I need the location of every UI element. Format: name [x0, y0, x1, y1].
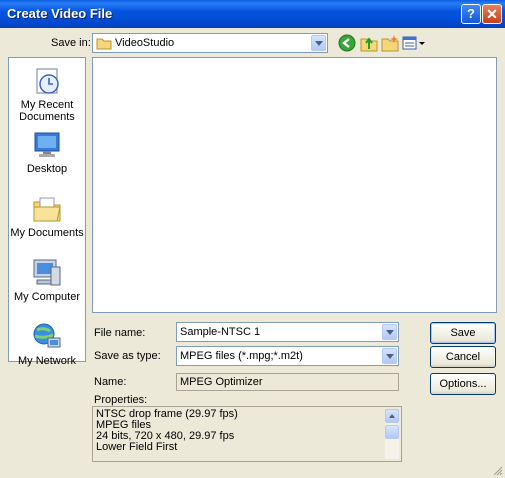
place-label: My Documents [10, 227, 84, 239]
options-button[interactable]: Options... [430, 373, 496, 395]
place-label: Desktop [26, 163, 68, 175]
desktop-icon [34, 132, 60, 157]
cancel-button[interactable]: Cancel [430, 346, 496, 368]
save-as-type-label: Save as type: [94, 350, 161, 362]
file-name-label: File name: [94, 327, 146, 339]
place-recent-documents[interactable]: My Recent Documents [9, 65, 85, 123]
name-field: MPEG Optimizer [176, 373, 399, 391]
save-as-type-dropdown[interactable]: MPEG files (*.mpg;*.m2t) [176, 346, 399, 366]
place-my-network[interactable]: My Network [9, 321, 85, 367]
property-line: Lower Field First [96, 441, 178, 453]
resize-grip-icon[interactable] [493, 466, 503, 476]
my-network-icon [33, 323, 61, 348]
save-as-type-value: MPEG files (*.mpg;*.m2t) [180, 350, 303, 362]
chevron-down-icon[interactable] [311, 35, 326, 51]
folder-icon [96, 38, 112, 50]
properties-box[interactable]: NTSC drop frame (29.97 fps) MPEG files 2… [92, 406, 402, 462]
chevron-up-icon [389, 414, 395, 418]
title-bar[interactable]: Create Video File ? ✕ [0, 0, 505, 28]
place-label: My Recent Documents [19, 99, 75, 123]
file-list[interactable] [92, 57, 497, 313]
place-label: My Network [17, 355, 77, 367]
properties-scrollbar[interactable] [385, 409, 399, 459]
file-name-value: Sample-NTSC 1 [180, 326, 261, 338]
views-menu-icon[interactable] [402, 34, 426, 52]
create-video-file-dialog: Create Video File ? ✕ Save in: VideoStud… [0, 0, 505, 478]
help-button[interactable]: ? [461, 4, 481, 24]
place-my-computer[interactable]: My Computer [9, 257, 85, 303]
recent-documents-icon [36, 68, 59, 94]
name-value: MPEG Optimizer [180, 376, 263, 388]
chevron-down-icon[interactable] [382, 348, 397, 364]
places-bar: My RecentDocuments Desktop My Documents [8, 57, 86, 367]
back-icon[interactable] [338, 34, 356, 52]
save-button[interactable]: Save [430, 322, 496, 344]
up-folder-icon[interactable] [360, 34, 378, 52]
close-button[interactable]: ✕ [482, 4, 502, 24]
save-in-value: VideoStudio [115, 37, 175, 49]
dialog-title: Create Video File [7, 6, 113, 21]
scroll-up-button[interactable] [385, 409, 399, 423]
place-my-documents[interactable]: My Documents [9, 193, 85, 239]
scroll-thumb[interactable] [385, 425, 399, 439]
save-in-dropdown[interactable]: VideoStudio [92, 33, 328, 53]
place-label: My Computer [13, 291, 81, 303]
save-in-label: Save in: [51, 37, 91, 49]
my-computer-icon [33, 259, 61, 286]
chevron-down-icon[interactable] [382, 324, 397, 340]
place-desktop[interactable]: Desktop [9, 129, 85, 175]
file-name-input[interactable]: Sample-NTSC 1 [176, 322, 399, 342]
new-folder-icon[interactable] [381, 34, 399, 52]
properties-label: Properties: [94, 394, 148, 406]
my-documents-icon [33, 197, 61, 222]
name-label: Name: [94, 376, 127, 388]
